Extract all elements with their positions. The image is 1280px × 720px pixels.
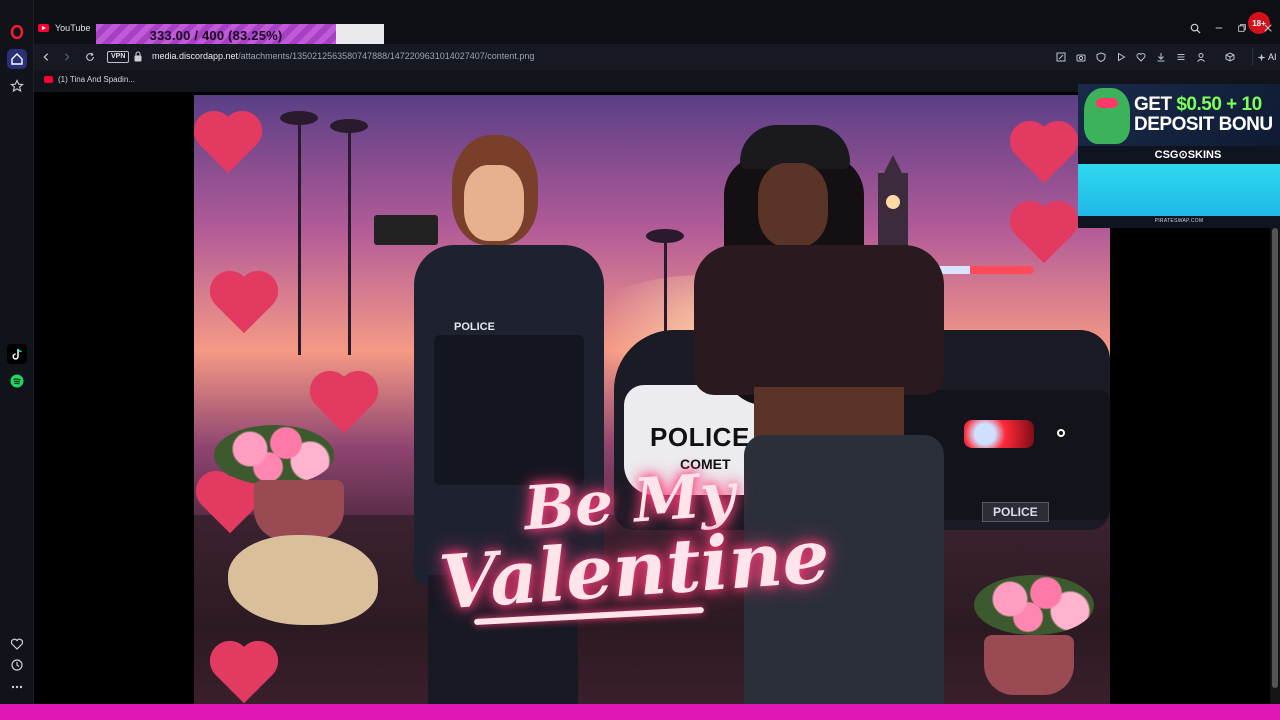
officer-vest <box>434 335 584 485</box>
profile-icon[interactable] <box>1193 49 1209 65</box>
taillight <box>964 420 1034 448</box>
bookmark-item[interactable]: (1) Tina And Spadin... <box>44 75 135 84</box>
tiktok-icon[interactable] <box>7 344 27 364</box>
mouse-cursor <box>1057 429 1065 437</box>
ad-headline-white: GET <box>1134 94 1177 115</box>
url-host: media.discordapp.net <box>152 51 239 61</box>
opera-logo-icon[interactable] <box>7 22 27 42</box>
flower-bush <box>214 425 334 485</box>
url-field[interactable]: media.discordapp.net/attachments/1350212… <box>152 51 534 61</box>
download-icon[interactable] <box>1153 49 1169 65</box>
woman-face <box>758 163 828 247</box>
sidebar <box>0 0 34 706</box>
spotify-icon[interactable] <box>7 371 27 391</box>
ad-banner[interactable] <box>1078 164 1280 216</box>
bottom-accent-bar <box>0 704 1280 720</box>
progress-counter-overlay: 333.00 / 400 (83.25%) <box>96 24 336 46</box>
vpn-badge[interactable]: VPN <box>107 51 130 63</box>
puppy <box>228 535 378 625</box>
ad-headline-line2: DEPOSIT BONU <box>1134 114 1273 135</box>
ai-sparkle-icon <box>1257 52 1266 62</box>
tab-strip: YouTube 333.00 / 400 (83.25%) 18+ <box>34 0 1280 46</box>
history-icon[interactable] <box>7 655 27 675</box>
ai-button[interactable]: AI <box>1252 48 1280 66</box>
woman-top <box>694 245 944 395</box>
heart-icon[interactable] <box>1133 49 1149 65</box>
tab-youtube[interactable]: YouTube <box>38 18 90 38</box>
palm-tree <box>298 115 301 355</box>
ad-headline-green: $0.50 + 10 <box>1176 94 1262 115</box>
back-icon[interactable] <box>38 49 54 65</box>
palm-tree <box>348 125 351 355</box>
car-rear-text: POLICE <box>982 502 1049 522</box>
ad-footer: PIRATESWAP.COM <box>1154 218 1204 224</box>
ad-brand: CSG⊙SKINS <box>1154 149 1222 161</box>
palm-leaves <box>280 111 318 125</box>
heart-balloon <box>315 376 373 434</box>
officer-face <box>464 165 524 241</box>
palm-leaves <box>330 119 368 133</box>
youtube-icon <box>44 76 53 83</box>
shield-icon[interactable] <box>1093 49 1109 65</box>
ad-headline-line1: GET $0.50 + 10 <box>1134 94 1262 116</box>
more-icon[interactable] <box>7 677 27 697</box>
flower-bush <box>974 575 1094 635</box>
flower-pot <box>254 480 344 540</box>
cube-icon[interactable] <box>1222 49 1238 65</box>
pistol <box>374 215 438 245</box>
valentine-image: POLICE COMET POLICE POLICE Be My Valenti… <box>194 95 1110 704</box>
ad-mascot <box>1084 88 1130 144</box>
officer-badge-text: POLICE <box>454 321 495 333</box>
close-icon[interactable] <box>1259 18 1277 38</box>
home-icon[interactable] <box>7 49 27 69</box>
scrollbar-thumb[interactable] <box>1272 228 1278 688</box>
flower-pot <box>984 635 1074 695</box>
play-icon[interactable] <box>1113 49 1129 65</box>
woman-figure <box>674 125 954 704</box>
heart-icon[interactable] <box>7 634 27 654</box>
star-icon[interactable] <box>7 76 27 96</box>
search-icon[interactable] <box>1186 18 1204 38</box>
lock-icon <box>134 51 142 62</box>
advertisement[interactable]: GET $0.50 + 10 DEPOSIT BONU CSG⊙SKINS PI… <box>1078 84 1280 228</box>
heart-balloon <box>199 116 257 174</box>
edit-icon[interactable] <box>1053 49 1069 65</box>
reload-icon[interactable] <box>82 49 98 65</box>
url-path: /attachments/1350212563580747888/1472209… <box>238 51 535 61</box>
tab-title: YouTube <box>55 23 91 33</box>
heart-balloon <box>1015 126 1073 184</box>
youtube-icon <box>38 24 49 32</box>
heart-balloon <box>215 276 273 334</box>
bookmark-label: (1) Tina And Spadin... <box>58 75 135 84</box>
forward-icon[interactable] <box>59 49 75 65</box>
ai-label: AI <box>1268 52 1277 62</box>
camera-icon[interactable] <box>1073 49 1089 65</box>
heart-balloon <box>1015 206 1073 264</box>
address-bar: VPN media.discordapp.net/attachments/135… <box>34 44 1280 70</box>
menu-icon[interactable] <box>1173 49 1189 65</box>
browser-window: YouTube 333.00 / 400 (83.25%) 18+ VPN me… <box>0 0 1280 720</box>
progress-counter-remainder <box>336 24 384 46</box>
minimize-icon[interactable] <box>1210 18 1228 38</box>
